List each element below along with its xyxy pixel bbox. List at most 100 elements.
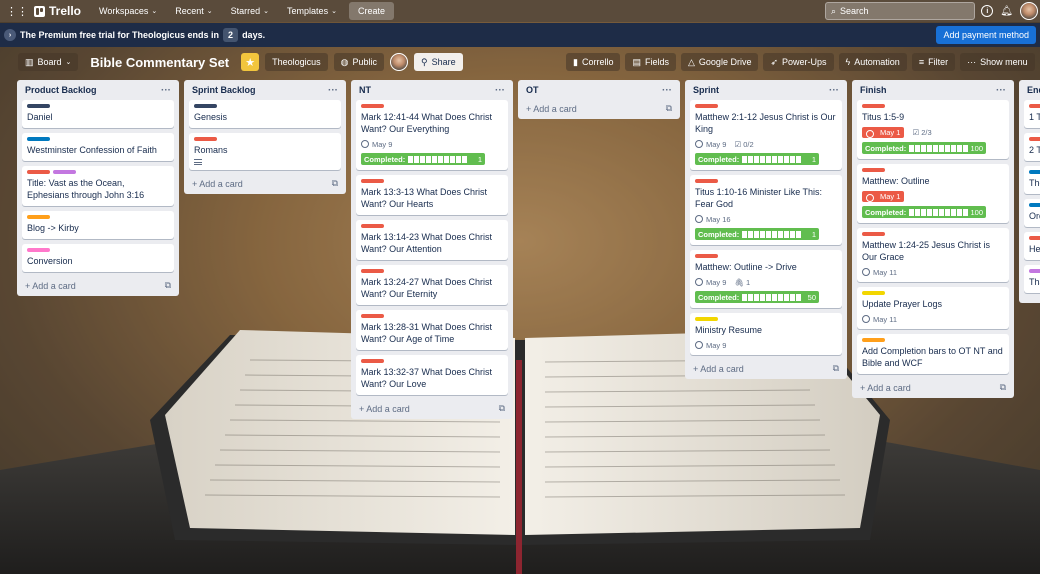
label-red[interactable] [361, 359, 384, 363]
card[interactable]: Matthew 2:1-12 Jesus Christ is Our King M… [690, 100, 842, 170]
add-card-button[interactable]: + Add a card ⧉ [22, 277, 174, 291]
template-icon[interactable]: ⧉ [1000, 382, 1006, 393]
workspace-button[interactable]: Theologicus [265, 53, 328, 71]
add-card-button[interactable]: + Add a card ⧉ [523, 100, 675, 114]
share-button[interactable]: ⚲ Share [414, 53, 463, 71]
card[interactable]: 1 Ti [1024, 100, 1040, 128]
card[interactable]: Add Completion bars to OT NT and Bible a… [857, 334, 1009, 374]
due-date-badge[interactable]: May 9 [361, 139, 392, 149]
label-blue[interactable] [27, 137, 50, 141]
due-date-badge[interactable]: May 9 [695, 139, 726, 149]
template-icon[interactable]: ⧉ [499, 403, 505, 414]
template-icon[interactable]: ⧉ [833, 363, 839, 374]
label-red[interactable] [862, 168, 885, 172]
label-red[interactable] [1029, 137, 1040, 141]
add-card-button[interactable]: + Add a card ⧉ [189, 175, 341, 189]
list-title[interactable]: Product Backlog [25, 85, 97, 95]
label-red[interactable] [194, 137, 217, 141]
label-red[interactable] [1029, 104, 1040, 108]
label-blue[interactable] [1029, 203, 1040, 207]
more-icon[interactable]: ··· [829, 85, 839, 96]
search-input[interactable]: ⌕ Search [825, 2, 975, 20]
bell-icon[interactable]: 🔔︎ [1000, 6, 1013, 17]
card[interactable]: Mark 12:41-44 What Does Christ Want? Our… [356, 100, 508, 170]
more-icon[interactable]: ··· [495, 85, 505, 96]
label-red[interactable] [862, 104, 885, 108]
list-title[interactable]: NT [359, 85, 371, 95]
apps-grid-icon[interactable]: ⋮⋮ [6, 5, 28, 18]
board-view-button[interactable]: ▥ Board ⌄ [18, 53, 79, 71]
nav-recent[interactable]: Recent ⌄ [169, 3, 218, 19]
label-navy[interactable] [194, 104, 217, 108]
label-yellow[interactable] [862, 291, 885, 295]
label-purple[interactable] [1029, 269, 1040, 273]
user-avatar[interactable] [1020, 2, 1038, 20]
card[interactable]: Tha [1024, 265, 1040, 293]
star-icon[interactable]: ★ [241, 53, 260, 71]
label-red[interactable] [1029, 236, 1040, 240]
list-title[interactable]: Sprint Backlog [192, 85, 256, 95]
due-date-badge[interactable]: May 11 [862, 267, 897, 277]
card[interactable]: Mark 13:24-27 What Does Christ Want? Our… [356, 265, 508, 305]
label-orange[interactable] [862, 338, 885, 342]
card[interactable]: Daniel [22, 100, 174, 128]
card[interactable]: Mark 13:14-23 What Does Christ Want? Our… [356, 220, 508, 260]
powerup-google-drive[interactable]: △ Google Drive [681, 53, 759, 71]
card[interactable]: Genesis [189, 100, 341, 128]
due-date-overdue-badge[interactable]: May 1 [862, 127, 905, 138]
nav-workspaces[interactable]: Workspaces ⌄ [93, 3, 163, 19]
info-icon[interactable]: i [981, 5, 994, 17]
more-icon[interactable]: ··· [328, 85, 338, 96]
member-avatar[interactable] [390, 53, 409, 71]
card[interactable]: Blog -> Kirby [22, 211, 174, 239]
add-card-button[interactable]: + Add a card ⧉ [857, 379, 1009, 393]
more-icon[interactable]: ··· [161, 85, 171, 96]
label-red[interactable] [695, 179, 718, 183]
label-purple[interactable] [53, 170, 76, 174]
card[interactable]: Update Prayer Logs May 11 [857, 287, 1009, 329]
card[interactable]: Matthew 1:24-25 Jesus Christ is Our Grac… [857, 228, 1009, 282]
add-payment-button[interactable]: Add payment method [936, 26, 1036, 44]
template-icon[interactable]: ⧉ [666, 103, 672, 114]
add-card-button[interactable]: + Add a card ⧉ [690, 360, 842, 374]
show-menu-button[interactable]: ··· Show menu [960, 53, 1035, 71]
label-navy[interactable] [27, 104, 50, 108]
chevron-right-icon[interactable]: › [4, 29, 16, 41]
label-red[interactable] [361, 314, 384, 318]
due-date-overdue-badge[interactable]: May 1 [862, 191, 905, 202]
card[interactable]: The [1024, 166, 1040, 194]
card[interactable]: 2 Ti [1024, 133, 1040, 161]
due-date-badge[interactable]: May 11 [862, 314, 897, 324]
list-title[interactable]: Finish [860, 85, 887, 95]
more-icon[interactable]: ··· [996, 85, 1006, 96]
label-red[interactable] [695, 254, 718, 258]
card[interactable]: Matthew: Outline May 1 Completed: 100 [857, 164, 1009, 223]
visibility-button[interactable]: ◍ Public [333, 53, 385, 71]
list-title[interactable]: End [1027, 85, 1040, 95]
due-date-badge[interactable]: May 9 [695, 340, 726, 350]
label-yellow[interactable] [695, 317, 718, 321]
filter-button[interactable]: ≡ Filter [911, 53, 956, 71]
due-date-badge[interactable]: May 16 [695, 214, 731, 224]
card[interactable]: Conversion [22, 244, 174, 272]
template-icon[interactable]: ⧉ [332, 178, 338, 189]
list-title[interactable]: OT [526, 85, 539, 95]
label-red[interactable] [862, 232, 885, 236]
create-button[interactable]: Create [348, 2, 394, 20]
card[interactable]: Ministry Resume May 9 [690, 313, 842, 355]
add-card-button[interactable]: + Add a card ⧉ [356, 400, 508, 414]
card[interactable]: Title: Vast as the Ocean, Ephesians thro… [22, 166, 174, 206]
trello-logo[interactable]: Trello [34, 4, 81, 18]
label-red[interactable] [361, 104, 384, 108]
list-title[interactable]: Sprint [693, 85, 719, 95]
more-icon[interactable]: ··· [662, 85, 672, 96]
label-red[interactable] [27, 170, 50, 174]
label-red[interactable] [361, 224, 384, 228]
label-red[interactable] [361, 269, 384, 273]
card[interactable]: Ord [1024, 199, 1040, 227]
nav-templates[interactable]: Templates ⌄ [281, 3, 343, 19]
card[interactable]: Matthew: Outline -> Drive May 9 🖇︎ 1 Comple… [690, 250, 842, 308]
label-pink[interactable] [27, 248, 50, 252]
card[interactable]: Her [1024, 232, 1040, 260]
card[interactable]: Westminster Confession of Faith [22, 133, 174, 161]
